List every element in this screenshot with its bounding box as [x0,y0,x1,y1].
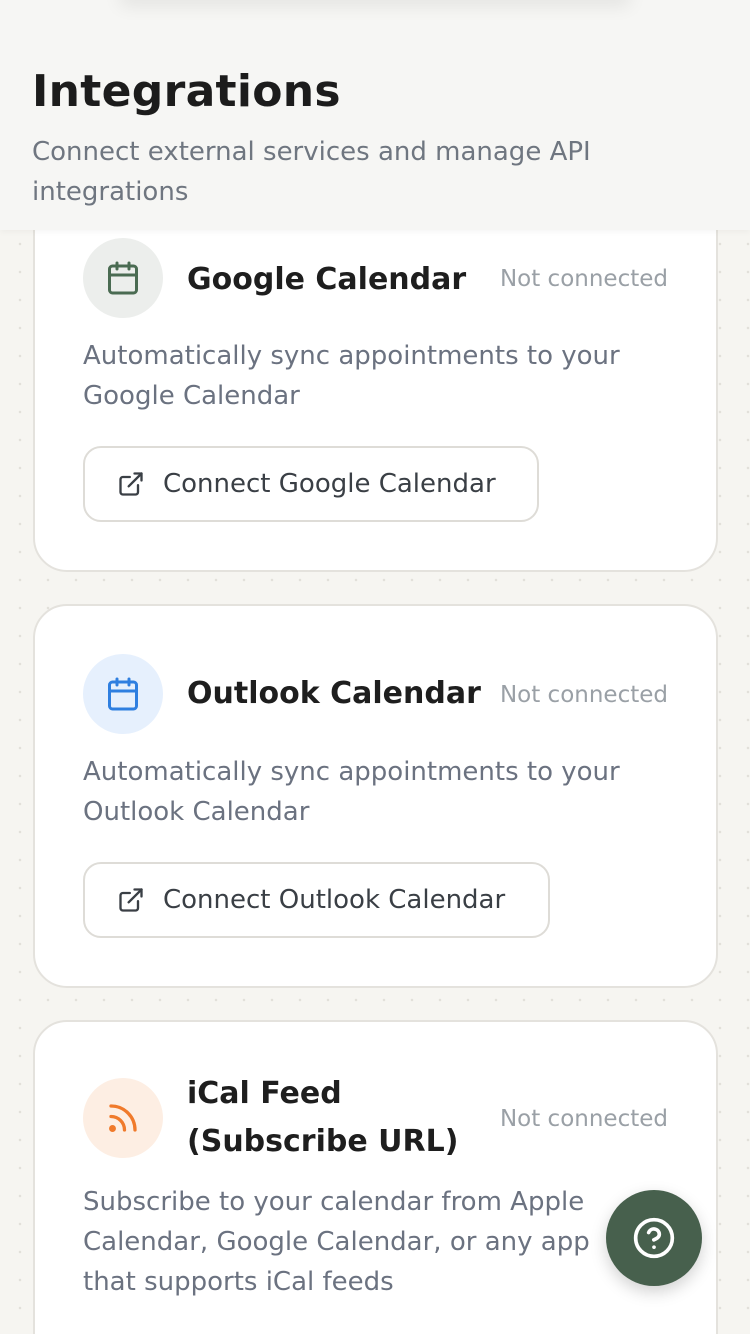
integration-title: iCal Feed (Subscribe URL) [187,1076,459,1159]
integration-description: Automatically sync appointments to your … [83,757,620,827]
external-link-icon [119,888,143,912]
integration-card-google-calendar: Google Calendar Not connected Automatica… [33,170,718,572]
connection-status: Not connected [499,1106,668,1132]
rss-icon [83,1078,163,1158]
integration-description: Automatically sync appointments to your … [83,341,620,411]
integration-description: Subscribe to your calendar from Apple Ca… [83,1187,590,1297]
connection-status: Not connected [499,266,668,292]
integration-title: Google Calendar [187,262,467,297]
connection-status: Not connected [499,682,668,708]
external-link-icon [119,472,143,496]
help-button[interactable] [606,1190,702,1286]
connect-google-calendar-button[interactable]: Connect Google Calendar [83,446,539,522]
integration-title: Outlook Calendar [187,676,481,711]
page-subtitle: Connect external services and manage API… [32,137,591,207]
page-header: Integrations Connect external services a… [0,0,750,230]
integration-card-ical-feed: iCal Feed (Subscribe URL) Not connected … [33,1020,718,1334]
calendar-icon [83,238,163,318]
integration-card-outlook-calendar: Outlook Calendar Not connected Automatic… [33,604,718,988]
page-title: Integrations [32,66,341,117]
calendar-icon [83,654,163,734]
button-label: Connect Outlook Calendar [163,885,506,915]
help-icon [633,1217,675,1259]
button-label: Connect Google Calendar [163,469,496,499]
connect-outlook-calendar-button[interactable]: Connect Outlook Calendar [83,862,550,938]
